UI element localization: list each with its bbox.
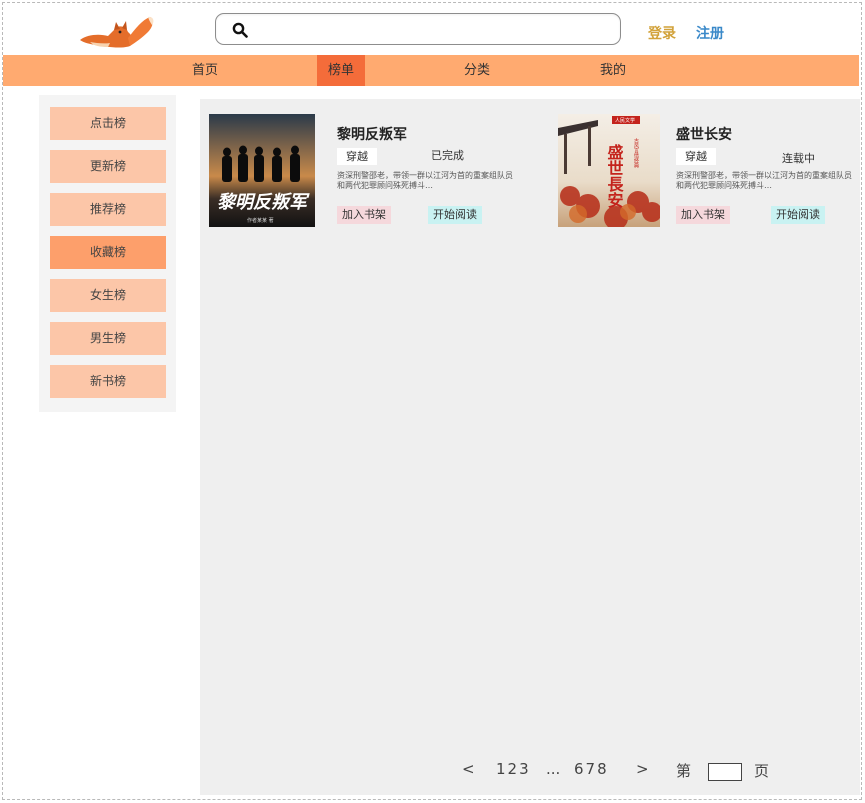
add-to-shelf-button[interactable]: 加入书架 [337, 206, 391, 224]
status-badge: 连载中 [782, 152, 815, 165]
book-card: 黎明反叛军 作者某某 著 黎明反叛军 穿越 已完成 资深刑警邵老，带领一群以江河… [209, 114, 513, 229]
add-to-shelf-button[interactable]: 加入书架 [676, 206, 730, 224]
cover-publisher-text: 人民文学 [615, 117, 635, 124]
book-title[interactable]: 盛世长安 [676, 124, 732, 144]
start-reading-button[interactable]: 开始阅读 [771, 206, 825, 224]
page-prefix-label: 第 [676, 762, 692, 780]
genre-tag: 穿越 [676, 148, 716, 165]
sidebar-item-new[interactable]: 新书榜 [50, 365, 166, 398]
sidebar-item-clicks[interactable]: 点击榜 [50, 107, 166, 140]
status-badge: 已完成 [431, 149, 464, 162]
login-link[interactable]: 登录 [648, 23, 676, 43]
page-numbers-start[interactable]: 123 [496, 760, 531, 778]
book-description: 资深刑警邵老，带领一群以江河为首的重案组队员和两代犯罪顾问殊死搏斗… [676, 171, 852, 190]
book-cover[interactable]: 盛世長安 古风言情经典 人民文学 [558, 114, 660, 227]
prev-page-button[interactable]: < [462, 760, 477, 778]
main-nav: 首页 榜单 分类 我的 [3, 55, 859, 86]
next-page-button[interactable]: > [636, 760, 651, 778]
search-input[interactable] [256, 18, 606, 40]
cover-author-text: 作者某某 著 [247, 217, 274, 224]
nav-mine[interactable]: 我的 [583, 55, 643, 86]
book-card: 盛世長安 古风言情经典 人民文学 盛世长安 穿越 连载中 资深刑警邵老，带领一群… [558, 114, 858, 229]
page-numbers-end[interactable]: 678 [574, 760, 609, 778]
page-suffix-label: 页 [754, 762, 770, 780]
cover-side-text: 古风言情经典 [633, 137, 639, 169]
cover-title-text: 黎明反叛军 [217, 192, 310, 213]
search-box[interactable] [215, 13, 621, 45]
sidebar-item-updates[interactable]: 更新榜 [50, 150, 166, 183]
search-icon[interactable] [232, 22, 248, 38]
book-title[interactable]: 黎明反叛军 [337, 124, 407, 144]
genre-tag: 穿越 [337, 148, 377, 165]
book-description: 资深刑警邵老，带领一群以江河为首的重案组队员和两代犯罪顾问殊死搏斗… [337, 171, 513, 190]
sidebar-item-female[interactable]: 女生榜 [50, 279, 166, 312]
nav-categories[interactable]: 分类 [447, 55, 507, 86]
ranking-sidebar: 点击榜 更新榜 推荐榜 收藏榜 女生榜 男生榜 新书榜 [39, 95, 176, 412]
nav-rankings[interactable]: 榜单 [317, 55, 365, 86]
nav-home[interactable]: 首页 [175, 55, 235, 86]
page-jump-input[interactable] [708, 763, 742, 781]
register-link[interactable]: 注册 [696, 23, 724, 43]
book-cover[interactable]: 黎明反叛军 作者某某 著 [209, 114, 315, 227]
cover-title-text: 盛世長安 [605, 143, 624, 209]
start-reading-button[interactable]: 开始阅读 [428, 206, 482, 224]
sidebar-item-recommended[interactable]: 推荐榜 [50, 193, 166, 226]
sidebar-item-male[interactable]: 男生榜 [50, 322, 166, 355]
book-list-panel: 黎明反叛军 作者某某 著 黎明反叛军 穿越 已完成 资深刑警邵老，带领一群以江河… [200, 99, 860, 795]
page-ellipsis: ... [546, 760, 561, 778]
fox-logo[interactable] [78, 12, 156, 52]
sidebar-item-favorites[interactable]: 收藏榜 [50, 236, 166, 269]
